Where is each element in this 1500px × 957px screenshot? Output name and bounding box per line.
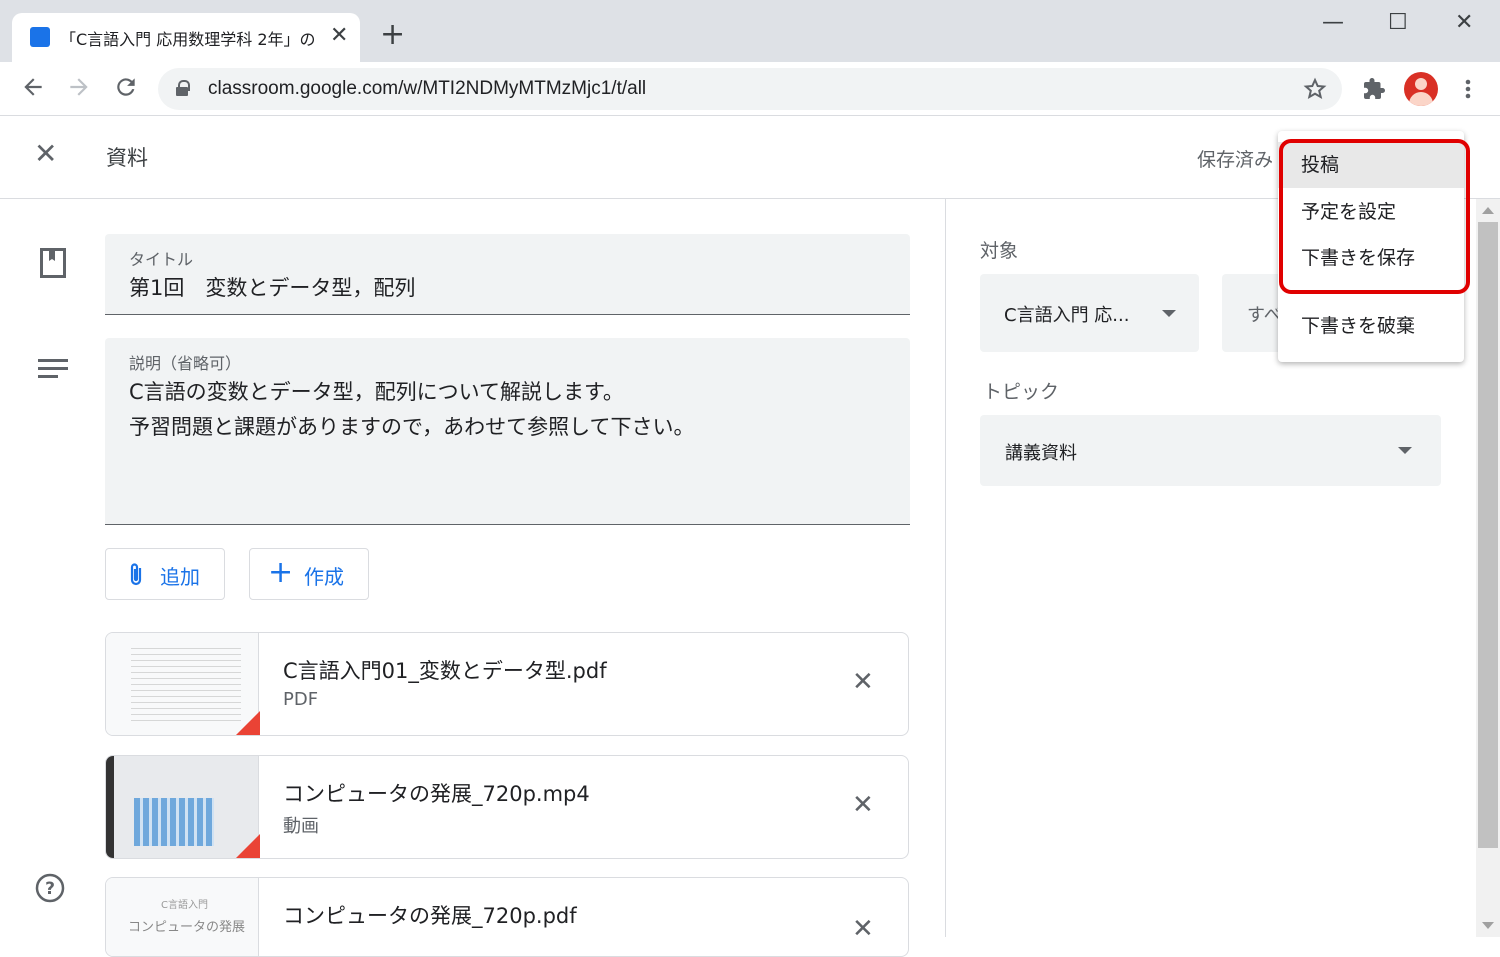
tab-close-icon[interactable]: ✕ [330,23,348,48]
extensions-puzzle-icon[interactable] [1362,77,1386,105]
attachment-name[interactable]: コンピュータの発展_720p.pdf [283,900,577,930]
pdf-corner-icon [234,711,260,735]
create-button-label: 作成 [304,565,344,589]
topic-label: トピック [983,381,1060,403]
new-tab-button[interactable]: + [380,20,405,50]
add-attachment-button[interactable]: 追加 [105,548,225,600]
classroom-favicon-icon [30,27,50,47]
plus-icon: + [268,555,294,590]
video-preview [134,798,214,846]
video-frame-edge [106,756,114,858]
scroll-up-icon[interactable] [1482,207,1494,214]
attachment-card[interactable]: コンピュータの発展_720p.mp4 動画 ✕ [105,755,909,859]
scrollbar-thumb[interactable] [1478,222,1498,848]
back-icon[interactable] [20,74,46,106]
dropdown-arrow-icon [1398,447,1412,454]
forward-icon[interactable] [66,74,92,106]
close-window-button[interactable]: ✕ [1455,10,1473,35]
title-input[interactable]: 第1回 変数とデータ型，配列 [129,272,415,302]
remove-attachment-icon[interactable]: ✕ [852,667,874,697]
scroll-down-icon[interactable] [1482,922,1494,929]
target-label: 対象 [980,240,1019,262]
thumb-text-2: コンピュータの発展 [128,920,246,935]
page-title: 資料 [106,146,148,170]
topic-select-value: 講義資料 [1005,443,1077,464]
help-icon[interactable]: ? [35,873,65,907]
video-corner-icon [234,834,260,858]
class-select-value: C言語入門 応... [1004,305,1130,326]
pane-divider [945,199,946,937]
title-field[interactable]: タイトル 第1回 変数とデータ型，配列 [105,234,910,315]
bookmark-title-icon [40,248,66,282]
thumb-text-1: C言語入門 [161,900,208,911]
pdf-thumbnail[interactable]: C言語入門 コンピュータの発展 [106,878,259,956]
description-field-label: 説明（省略可） [129,354,242,373]
reload-icon[interactable] [113,74,139,106]
svg-text:?: ? [45,879,55,899]
description-field[interactable]: 説明（省略可） C言語の変数とデータ型，配列について解説します。 予習問題と課題… [105,338,910,525]
maximize-button[interactable]: ☐ [1388,10,1408,35]
menu-item-discard-draft[interactable]: 下書きを破棄 [1278,303,1464,349]
url-text[interactable]: classroom.google.com/w/MTI2NDMyMTMzMjc1/… [208,78,646,100]
document-preview [131,643,241,723]
tab-title: 「C言語入門 応用数理学科 2年」の [60,30,316,49]
video-thumbnail[interactable] [106,756,260,858]
attachment-name[interactable]: コンピュータの発展_720p.mp4 [283,778,590,808]
attachment-name[interactable]: C言語入門01_変数とデータ型.pdf [283,655,607,685]
paperclip-icon [128,562,144,593]
bookmark-star-icon[interactable] [1303,77,1327,105]
highlight-box [1279,139,1470,294]
profile-avatar[interactable] [1404,72,1438,106]
class-select[interactable]: C言語入門 応... [980,274,1199,352]
close-editor-icon[interactable]: ✕ [34,140,57,168]
title-field-label: タイトル [129,250,194,269]
topic-select[interactable]: 講義資料 [980,415,1441,486]
students-select-value: すべ [1247,305,1282,326]
attachment-card[interactable]: C言語入門01_変数とデータ型.pdf PDF ✕ [105,632,909,736]
description-lines-icon [38,357,68,383]
attachment-type: 動画 [283,816,319,837]
remove-attachment-icon[interactable]: ✕ [852,914,874,944]
lock-icon[interactable] [176,80,190,96]
remove-attachment-icon[interactable]: ✕ [852,790,874,820]
description-line-2[interactable]: 予習問題と課題がありますので，あわせて参照して下さい。 [129,411,695,441]
pdf-thumbnail[interactable] [106,633,260,735]
add-button-label: 追加 [160,565,200,589]
description-line-1[interactable]: C言語の変数とデータ型，配列について解説します。 [129,376,624,406]
attachment-card[interactable]: C言語入門 コンピュータの発展 コンピュータの発展_720p.pdf ✕ [105,877,909,957]
save-status: 保存済み [1197,149,1274,171]
attachment-type: PDF [283,689,319,710]
browser-tab[interactable]: 「C言語入門 応用数理学科 2年」の ✕ [12,13,360,62]
students-select[interactable]: すべ [1222,274,1282,352]
minimize-button[interactable]: — [1322,10,1344,35]
dropdown-arrow-icon [1162,310,1176,317]
browser-menu-kebab-icon[interactable] [1458,77,1478,105]
create-button[interactable]: + 作成 [249,548,369,600]
